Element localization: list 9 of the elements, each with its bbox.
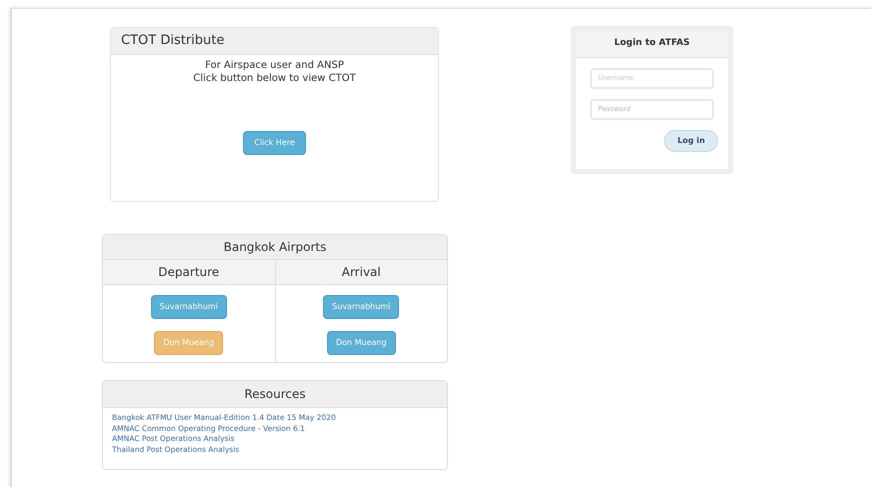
panel-heading: CTOT Distribute	[111, 28, 438, 54]
panel-heading: Bangkok Airports	[103, 235, 447, 260]
column-heading: Arrival	[276, 260, 447, 285]
column-heading: Departure	[103, 260, 274, 285]
panel-heading: Resources	[103, 381, 447, 408]
panel-heading: Login to ATFAS	[576, 31, 728, 58]
login-button[interactable]: Log in	[664, 130, 718, 152]
instruction-text: Click button below to view CTOT	[193, 72, 356, 84]
instruction-text: For Airspace user and ANSP	[205, 58, 344, 72]
